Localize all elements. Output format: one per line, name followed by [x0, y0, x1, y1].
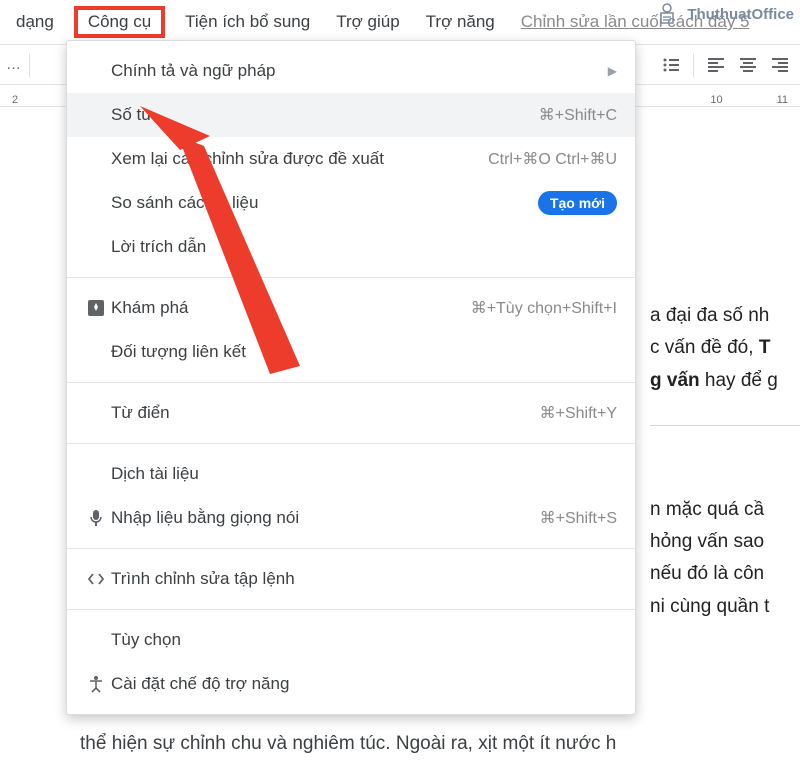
menu-word-count[interactable]: Số từ ⌘+Shift+C — [67, 93, 635, 137]
menu-item-label: Lời trích dẫn — [111, 237, 617, 257]
menu-review-suggestions[interactable]: Xem lại các chỉnh sửa được đề xuất Ctrl+… — [67, 137, 635, 181]
menu-item-accessibility[interactable]: Trợ năng — [420, 8, 501, 36]
menu-shortcut: ⌘+Shift+C — [539, 105, 617, 125]
menu-shortcut: ⌘+Shift+Y — [540, 403, 617, 423]
last-edit-link[interactable]: Chỉnh sửa lần cuối cách đây 5 — [521, 12, 750, 32]
accessibility-icon — [81, 675, 111, 693]
menu-item-label: Cài đặt chế độ trợ năng — [111, 674, 617, 694]
menu-script-editor[interactable]: Trình chỉnh sửa tập lệnh — [67, 557, 635, 601]
align-right-icon — [770, 55, 790, 75]
menu-accessibility-settings[interactable]: Cài đặt chế độ trợ năng — [67, 662, 635, 706]
menubar: dạng Công cụ Tiện ích bổ sung Trợ giúp T… — [0, 0, 800, 45]
code-icon — [81, 572, 111, 586]
doc-text: nếu đó là côn — [650, 558, 790, 590]
doc-text: ni cùng quần t — [650, 591, 790, 623]
menu-voice-typing[interactable]: Nhập liệu bằng giọng nói ⌘+Shift+S — [67, 496, 635, 540]
menu-item-label: Khám phá — [111, 298, 471, 318]
mic-icon — [81, 509, 111, 527]
menu-item-label: So sánh các tài liệu — [111, 193, 538, 213]
menu-separator — [67, 443, 635, 444]
menu-item-label: Số từ — [111, 105, 539, 125]
menu-item-tools[interactable]: Công cụ — [74, 6, 165, 38]
menu-item-label: Tùy chọn — [111, 630, 617, 650]
new-badge: Tạo mới — [538, 191, 617, 215]
menu-item-label: Chính tả và ngữ pháp — [111, 61, 600, 81]
menu-translate[interactable]: Dịch tài liệu — [67, 452, 635, 496]
menu-item-format[interactable]: dạng — [10, 8, 60, 36]
menu-item-label: Xem lại các chỉnh sửa được đề xuất — [111, 149, 488, 169]
menu-item-label: Từ điển — [111, 403, 540, 423]
menu-shortcut: ⌘+Tùy chọn+Shift+I — [471, 298, 617, 318]
menu-spelling-grammar[interactable]: Chính tả và ngữ pháp ▶ — [67, 49, 635, 93]
menu-item-help[interactable]: Trợ giúp — [330, 8, 405, 36]
align-left-button[interactable] — [702, 51, 730, 79]
align-center-button[interactable] — [734, 51, 762, 79]
doc-separator — [650, 425, 800, 426]
menu-item-label: Đối tượng liên kết — [111, 342, 617, 362]
doc-text: thể hiện sự chỉnh chu và nghiêm túc. Ngo… — [80, 728, 800, 760]
menu-separator — [67, 382, 635, 383]
menu-item-label: Trình chỉnh sửa tập lệnh — [111, 569, 617, 589]
menu-item-label: Nhập liệu bằng giọng nói — [111, 508, 540, 528]
align-right-button[interactable] — [766, 51, 794, 79]
bulleted-list-icon — [661, 55, 681, 75]
tools-dropdown: Chính tả và ngữ pháp ▶ Số từ ⌘+Shift+C X… — [66, 40, 636, 715]
toolbar-divider — [693, 53, 694, 77]
menu-item-label: Dịch tài liệu — [111, 464, 617, 484]
doc-text: hỏng vấn sao — [650, 526, 790, 558]
menu-shortcut: Ctrl+⌘O Ctrl+⌘U — [488, 149, 617, 169]
menu-separator — [67, 548, 635, 549]
explore-icon — [81, 299, 111, 317]
bulleted-list-button[interactable] — [657, 51, 685, 79]
menu-linked-objects[interactable]: Đối tượng liên kết — [67, 330, 635, 374]
menu-explore[interactable]: Khám phá ⌘+Tùy chọn+Shift+I — [67, 286, 635, 330]
doc-text: n mặc quá cầ — [650, 494, 790, 526]
menu-item-addons[interactable]: Tiện ích bổ sung — [179, 8, 316, 36]
doc-text: a đại đa số nh — [650, 300, 790, 332]
menu-shortcut: ⌘+Shift+S — [540, 508, 617, 528]
menu-separator — [67, 277, 635, 278]
menu-preferences[interactable]: Tùy chọn — [67, 618, 635, 662]
menu-compare-documents[interactable]: So sánh các tài liệu Tạo mới — [67, 181, 635, 225]
align-center-icon — [738, 55, 758, 75]
menu-separator — [67, 609, 635, 610]
doc-text: c vấn đề đó, T — [650, 332, 790, 364]
doc-text: g vấn hay để g — [650, 365, 790, 397]
align-left-icon — [706, 55, 726, 75]
chevron-right-icon: ▶ — [608, 64, 617, 78]
toolbar-divider — [29, 53, 30, 77]
menu-citations[interactable]: Lời trích dẫn — [67, 225, 635, 269]
menu-dictionary[interactable]: Từ điển ⌘+Shift+Y — [67, 391, 635, 435]
toolbar-overflow-label[interactable]: … — [6, 56, 21, 73]
